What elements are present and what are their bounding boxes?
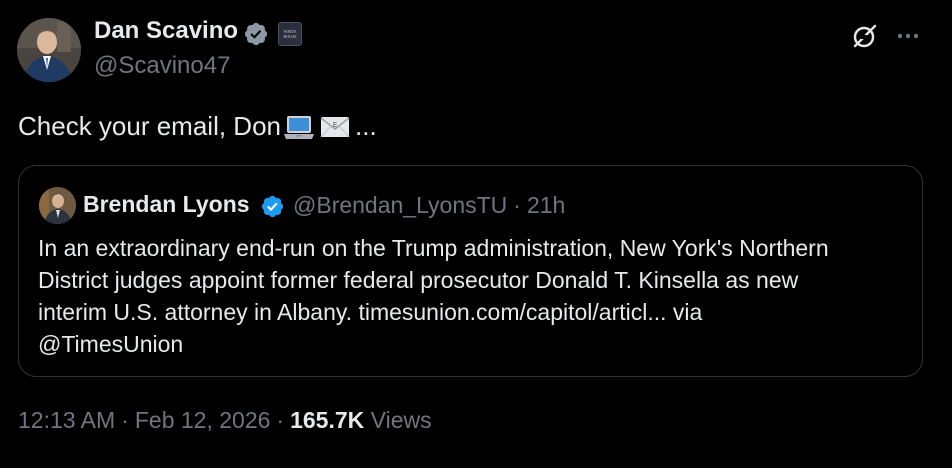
quote-body: In an extraordinary end-run on the Trump… — [38, 232, 908, 360]
tweet-time[interactable]: 12:13 AM — [18, 407, 115, 433]
more-options-icon[interactable] — [894, 22, 922, 50]
tweet-container: Dan Scavino WHITE HOUSE @Scavino47 Check… — [0, 0, 952, 468]
quote-meta-separator: · — [513, 192, 521, 218]
envelope-emoji-icon: E — [320, 116, 350, 137]
view-count[interactable]: 165.7K — [290, 407, 364, 433]
quote-author-name[interactable]: Brendan Lyons — [83, 191, 250, 218]
laptop-emoji-icon — [284, 115, 314, 139]
svg-text:E: E — [333, 121, 337, 129]
tweet-text: Check your email, Don E ... — [18, 111, 377, 142]
grok-icon[interactable] — [851, 22, 879, 50]
affiliation-text: WHITE HOUSE — [283, 29, 297, 39]
author-avatar[interactable] — [17, 18, 81, 82]
tweet-footer: 12:13 AM · Feb 12, 2026 · 165.7K Views — [18, 407, 432, 434]
affiliation-badge[interactable]: WHITE HOUSE — [278, 22, 302, 46]
author-handle[interactable]: @Scavino47 — [94, 52, 230, 80]
author-name[interactable]: Dan Scavino — [94, 17, 238, 45]
quote-verified-badge-icon[interactable] — [260, 194, 285, 219]
tweet-date[interactable]: Feb 12, 2026 — [135, 407, 271, 433]
quote-line: District judges appoint former federal p… — [38, 267, 799, 293]
verified-badge-icon[interactable] — [243, 21, 269, 47]
footer-separator: · — [121, 407, 129, 433]
quote-author-avatar[interactable] — [39, 187, 76, 224]
quote-timestamp[interactable]: 21h — [527, 192, 565, 218]
quote-line: @TimesUnion — [38, 331, 184, 357]
tweet-text-body: Check your email, Don — [18, 111, 281, 141]
quote-author-handle[interactable]: @Brendan_LyonsTU — [293, 192, 507, 218]
quote-line: interim U.S. attorney in Albany. timesun… — [38, 299, 703, 325]
views-label: Views — [370, 407, 432, 433]
tweet-text-trailing: ... — [355, 111, 377, 141]
quoted-tweet-card[interactable]: Brendan Lyons @Brendan_LyonsTU · 21h In an… — [18, 165, 923, 377]
footer-separator: · — [276, 407, 285, 433]
quote-meta: @Brendan_LyonsTU · 21h — [293, 192, 565, 219]
quote-line: In an extraordinary end-run on the Trump… — [38, 235, 829, 261]
